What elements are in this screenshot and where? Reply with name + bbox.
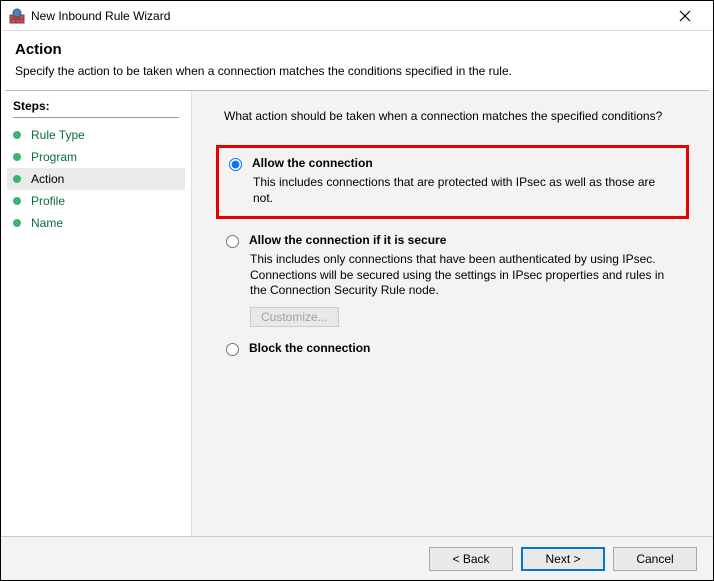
page-subtitle: Specify the action to be taken when a co… bbox=[15, 64, 699, 78]
step-bullet-icon bbox=[13, 175, 21, 183]
radio-description: This includes only connections that have… bbox=[250, 252, 679, 299]
steps-heading: Steps: bbox=[13, 99, 185, 113]
sidebar-item-action[interactable]: Action bbox=[7, 168, 185, 190]
sidebar-item-label: Rule Type bbox=[31, 128, 85, 142]
step-bullet-icon bbox=[13, 153, 21, 161]
content: Steps: Rule Type Program Action Profile … bbox=[1, 91, 713, 539]
sidebar-item-label: Name bbox=[31, 216, 63, 230]
step-bullet-icon bbox=[13, 131, 21, 139]
radio-input-block[interactable] bbox=[226, 343, 239, 356]
close-button[interactable] bbox=[665, 2, 705, 30]
firewall-icon bbox=[9, 8, 25, 24]
option-allow-secure: Allow the connection if it is secure Thi… bbox=[216, 233, 689, 327]
page-title: Action bbox=[15, 41, 699, 58]
cancel-button[interactable]: Cancel bbox=[613, 547, 697, 571]
main-panel: What action should be taken when a conne… bbox=[191, 91, 713, 539]
radio-description: This includes connections that are prote… bbox=[253, 175, 676, 206]
radio-label: Allow the connection bbox=[252, 156, 373, 170]
radio-allow-secure[interactable]: Allow the connection if it is secure bbox=[226, 233, 679, 248]
sidebar-item-label: Action bbox=[31, 172, 64, 186]
sidebar-item-program[interactable]: Program bbox=[7, 146, 185, 168]
sidebar-item-name[interactable]: Name bbox=[7, 212, 185, 234]
sidebar-item-label: Profile bbox=[31, 194, 65, 208]
steps-underline bbox=[13, 117, 179, 118]
back-button[interactable]: < Back bbox=[429, 547, 513, 571]
sidebar-item-rule-type[interactable]: Rule Type bbox=[7, 124, 185, 146]
option-block-connection: Block the connection bbox=[216, 341, 689, 356]
radio-allow-connection[interactable]: Allow the connection bbox=[229, 156, 676, 171]
sidebar: Steps: Rule Type Program Action Profile … bbox=[1, 91, 191, 539]
titlebar: New Inbound Rule Wizard bbox=[1, 1, 713, 31]
radio-input-allow[interactable] bbox=[229, 158, 242, 171]
question-text: What action should be taken when a conne… bbox=[224, 109, 689, 123]
close-icon bbox=[679, 10, 691, 22]
step-bullet-icon bbox=[13, 219, 21, 227]
radio-label: Block the connection bbox=[249, 341, 370, 355]
next-button[interactable]: Next > bbox=[521, 547, 605, 571]
sidebar-item-label: Program bbox=[31, 150, 77, 164]
header: Action Specify the action to be taken wh… bbox=[1, 31, 713, 90]
step-bullet-icon bbox=[13, 197, 21, 205]
customize-button: Customize... bbox=[250, 307, 339, 327]
radio-block-connection[interactable]: Block the connection bbox=[226, 341, 679, 356]
highlighted-option: Allow the connection This includes conne… bbox=[216, 145, 689, 219]
window-title: New Inbound Rule Wizard bbox=[31, 9, 665, 23]
radio-input-allow-secure[interactable] bbox=[226, 235, 239, 248]
sidebar-item-profile[interactable]: Profile bbox=[7, 190, 185, 212]
radio-label: Allow the connection if it is secure bbox=[249, 233, 446, 247]
footer: < Back Next > Cancel bbox=[1, 536, 713, 580]
